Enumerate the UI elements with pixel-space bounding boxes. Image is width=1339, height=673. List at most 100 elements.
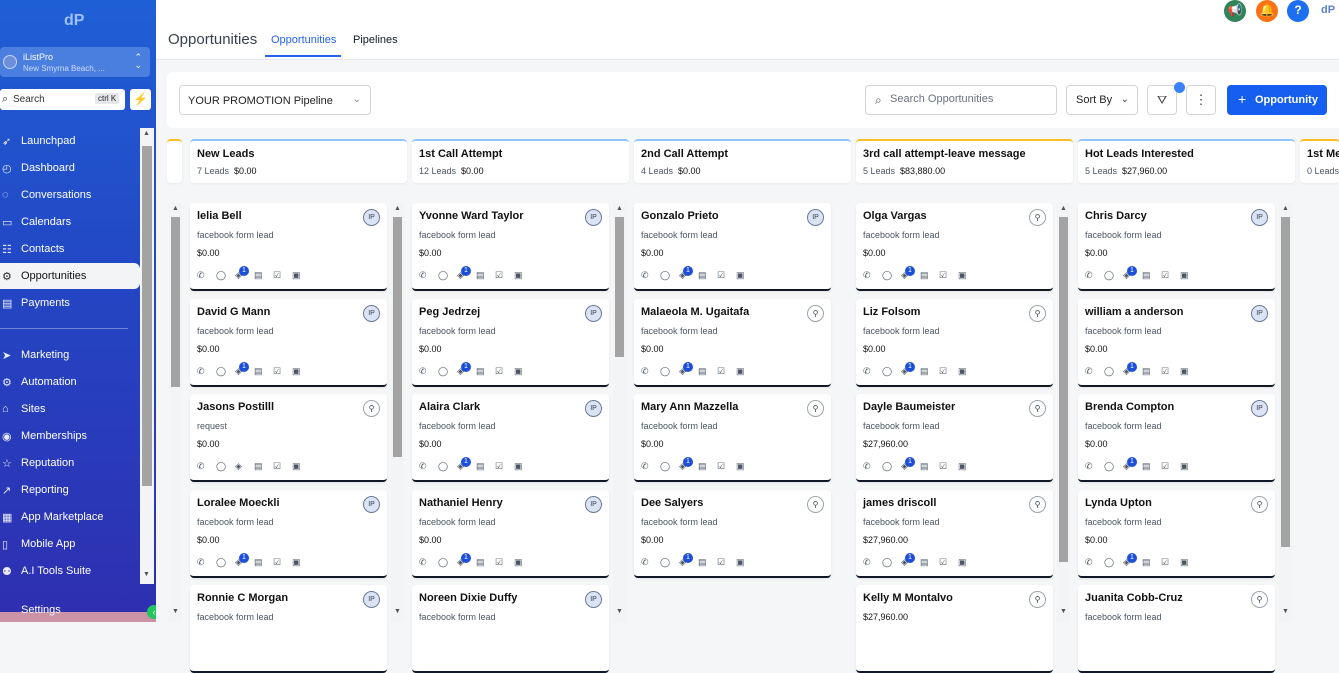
scroll-down-arrow-icon[interactable]: ▼ [1060,608,1067,615]
app-logo-icon[interactable]: dP [62,8,84,30]
column-scroll-thumb[interactable] [393,217,402,457]
sort-by-button[interactable]: Sort By ⌄ [1066,85,1138,115]
appointment-icon[interactable]: ▣ [292,557,301,568]
opportunity-card[interactable]: Juanita Cobb-Cruz facebook form lead ⚲ [1078,585,1275,673]
bell-icon[interactable]: 🔔 [1256,0,1278,22]
message-icon[interactable]: ◯ [438,270,448,281]
assignee-avatar[interactable]: IP [363,304,380,322]
task-icon[interactable]: ☑ [273,557,281,568]
task-icon[interactable]: ☑ [1161,270,1169,281]
more-options-icon[interactable]: ⋮ [1186,85,1216,115]
assignee-avatar[interactable]: IP [585,495,602,513]
phone-icon[interactable]: ✆ [197,557,205,568]
note-icon[interactable]: ▤ [698,366,707,377]
message-icon[interactable]: ◯ [660,366,670,377]
message-icon[interactable]: ◯ [438,557,448,568]
scroll-down-arrow-icon[interactable]: ▼ [172,608,179,615]
opportunity-card[interactable]: Loralee Moeckli facebook form lead $0.00 IP… [190,489,387,578]
task-icon[interactable]: ☑ [495,557,503,568]
sidebar-item-settings[interactable]: Settings [21,604,61,616]
note-icon[interactable]: ▤ [920,557,929,568]
note-icon[interactable]: ▤ [476,366,485,377]
note-icon[interactable]: ▤ [476,557,485,568]
filter-icon[interactable]: ⛛ [1147,85,1177,115]
note-icon[interactable]: ▤ [920,366,929,377]
phone-icon[interactable]: ✆ [419,557,427,568]
scroll-up-arrow-icon[interactable]: ▲ [394,205,401,212]
phone-icon[interactable]: ✆ [419,270,427,281]
assignee-avatar[interactable]: IP [585,400,602,417]
appointment-icon[interactable]: ▣ [514,461,523,472]
assignee-avatar[interactable]: IP [585,591,602,608]
message-icon[interactable]: ◯ [1104,366,1114,377]
appointment-icon[interactable]: ▣ [1180,270,1189,281]
phone-icon[interactable]: ✆ [641,366,649,377]
collapse-sidebar-icon[interactable]: ‹ [147,605,156,619]
sidebar-item-reporting[interactable]: ↗ Reporting [0,477,140,503]
phone-icon[interactable]: ✆ [641,557,649,568]
sidebar-scroll-thumb[interactable] [142,146,152,486]
appointment-icon[interactable]: ▣ [292,461,301,472]
opportunity-card[interactable]: Mary Ann Mazzella facebook form lead $0.00… [634,394,831,482]
assign-user-icon[interactable]: ⚲ [807,304,824,322]
column-scrollbar[interactable]: ▲ ▼ [391,203,404,622]
assign-user-icon[interactable]: ⚲ [1029,209,1046,226]
tab-opportunities[interactable]: Opportunities [271,34,336,46]
appointment-icon[interactable]: ▣ [292,270,301,281]
message-icon[interactable]: ◯ [1104,461,1114,472]
note-icon[interactable]: ▤ [1142,461,1151,472]
task-icon[interactable]: ☑ [939,461,947,472]
note-icon[interactable]: ▤ [254,461,263,472]
column-scroll-thumb[interactable] [1059,217,1068,562]
appointment-icon[interactable]: ▣ [514,270,523,281]
tag-icon[interactable]: ◈ [235,461,242,472]
note-icon[interactable]: ▤ [254,270,263,281]
scroll-down-arrow-icon[interactable]: ▼ [1282,608,1289,615]
column-header[interactable]: Hot Leads Interested 5 Leads $27,960.00 [1078,139,1295,183]
phone-icon[interactable]: ✆ [197,366,205,377]
note-icon[interactable]: ▤ [254,366,263,377]
appointment-icon[interactable]: ▣ [958,270,967,281]
scroll-up-arrow-icon[interactable]: ▲ [1282,205,1289,212]
sidebar-item-automation[interactable]: ⚙ Automation [0,369,140,395]
opportunity-card[interactable]: Yvonne Ward Taylor facebook form lead $0.0… [412,203,609,291]
task-icon[interactable]: ☑ [939,270,947,281]
sidebar-scrollbar[interactable]: ▲ ▼ [140,128,154,584]
task-icon[interactable]: ☑ [273,270,281,281]
task-icon[interactable]: ☑ [1161,461,1169,472]
phone-icon[interactable]: ✆ [1085,366,1093,377]
appointment-icon[interactable]: ▣ [958,366,967,377]
assignee-avatar[interactable]: IP [363,495,380,513]
tab-pipelines[interactable]: Pipelines [353,34,398,46]
add-opportunity-button[interactable]: + Opportunity [1227,85,1327,115]
opportunity-card[interactable]: Chris Darcy facebook form lead $0.00 IP ✆ ◯ ◈ ▤… [1078,203,1275,291]
scroll-up-arrow-icon[interactable]: ▲ [616,205,623,212]
task-icon[interactable]: ☑ [717,461,725,472]
sidebar-item-marketing[interactable]: ➤ Marketing [0,342,140,368]
assign-user-icon[interactable]: ⚲ [807,400,824,417]
account-switcher[interactable]: iListPro New Smyrna Beach, ... ⌃ ⌄ [0,47,150,77]
note-icon[interactable]: ▤ [1142,366,1151,377]
assign-user-icon[interactable]: ⚲ [1029,400,1046,417]
appointment-icon[interactable]: ▣ [292,366,301,377]
sidebar-item-a-i-tools-suite[interactable]: ⚉ A.I Tools Suite [0,558,140,584]
help-icon[interactable]: ? [1287,0,1309,22]
search-opportunities-input[interactable] [890,93,1050,105]
message-icon[interactable]: ◯ [1104,557,1114,568]
sidebar-search[interactable]: ⌕ Search ctrl K [0,89,125,110]
opportunity-card[interactable]: Alaira Clark facebook form lead $0.00 IP ✆ ◯ ◈… [412,394,609,482]
opportunity-card[interactable]: Kelly M Montalvo $27,960.00 ⚲ [856,585,1053,673]
column-scrollbar[interactable]: ▲ ▼ [1279,203,1292,622]
megaphone-icon[interactable]: 📢 [1224,0,1246,22]
sidebar-item-dashboard[interactable]: ◴ Dashboard [0,155,140,181]
task-icon[interactable]: ☑ [717,557,725,568]
assign-user-icon[interactable]: ⚲ [1029,495,1046,513]
phone-icon[interactable]: ✆ [197,461,205,472]
sidebar-item-launchpad[interactable]: ➶ Launchpad [0,128,140,154]
appointment-icon[interactable]: ▣ [958,461,967,472]
scroll-up-arrow-icon[interactable]: ▲ [143,130,150,137]
opportunity-card[interactable]: Olga Vargas facebook form lead $0.00 ⚲ ✆ ◯ ◈ ▤ ☑… [856,203,1053,291]
column-header[interactable]: 3rd call attempt-leave message 5 Leads $83… [856,139,1073,183]
assignee-avatar[interactable]: IP [585,209,602,226]
opportunity-card[interactable]: james driscoll facebook form lead $27,960.… [856,489,1053,578]
